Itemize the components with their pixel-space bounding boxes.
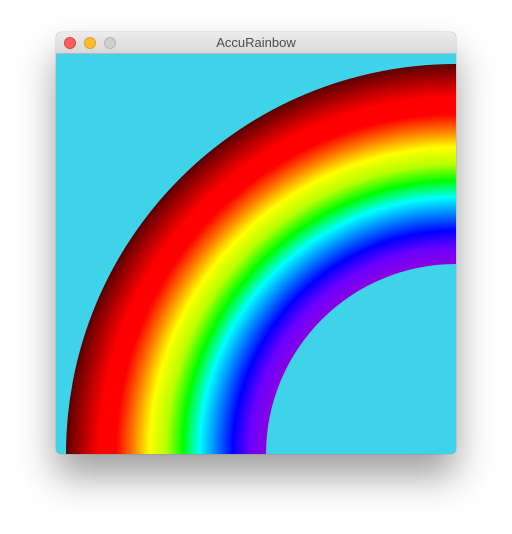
app-window: AccuRainbow — [56, 32, 456, 454]
rainbow-canvas — [56, 54, 456, 454]
rainbow-svg — [56, 54, 456, 454]
title-bar[interactable]: AccuRainbow — [56, 32, 456, 54]
window-title: AccuRainbow — [216, 35, 296, 50]
